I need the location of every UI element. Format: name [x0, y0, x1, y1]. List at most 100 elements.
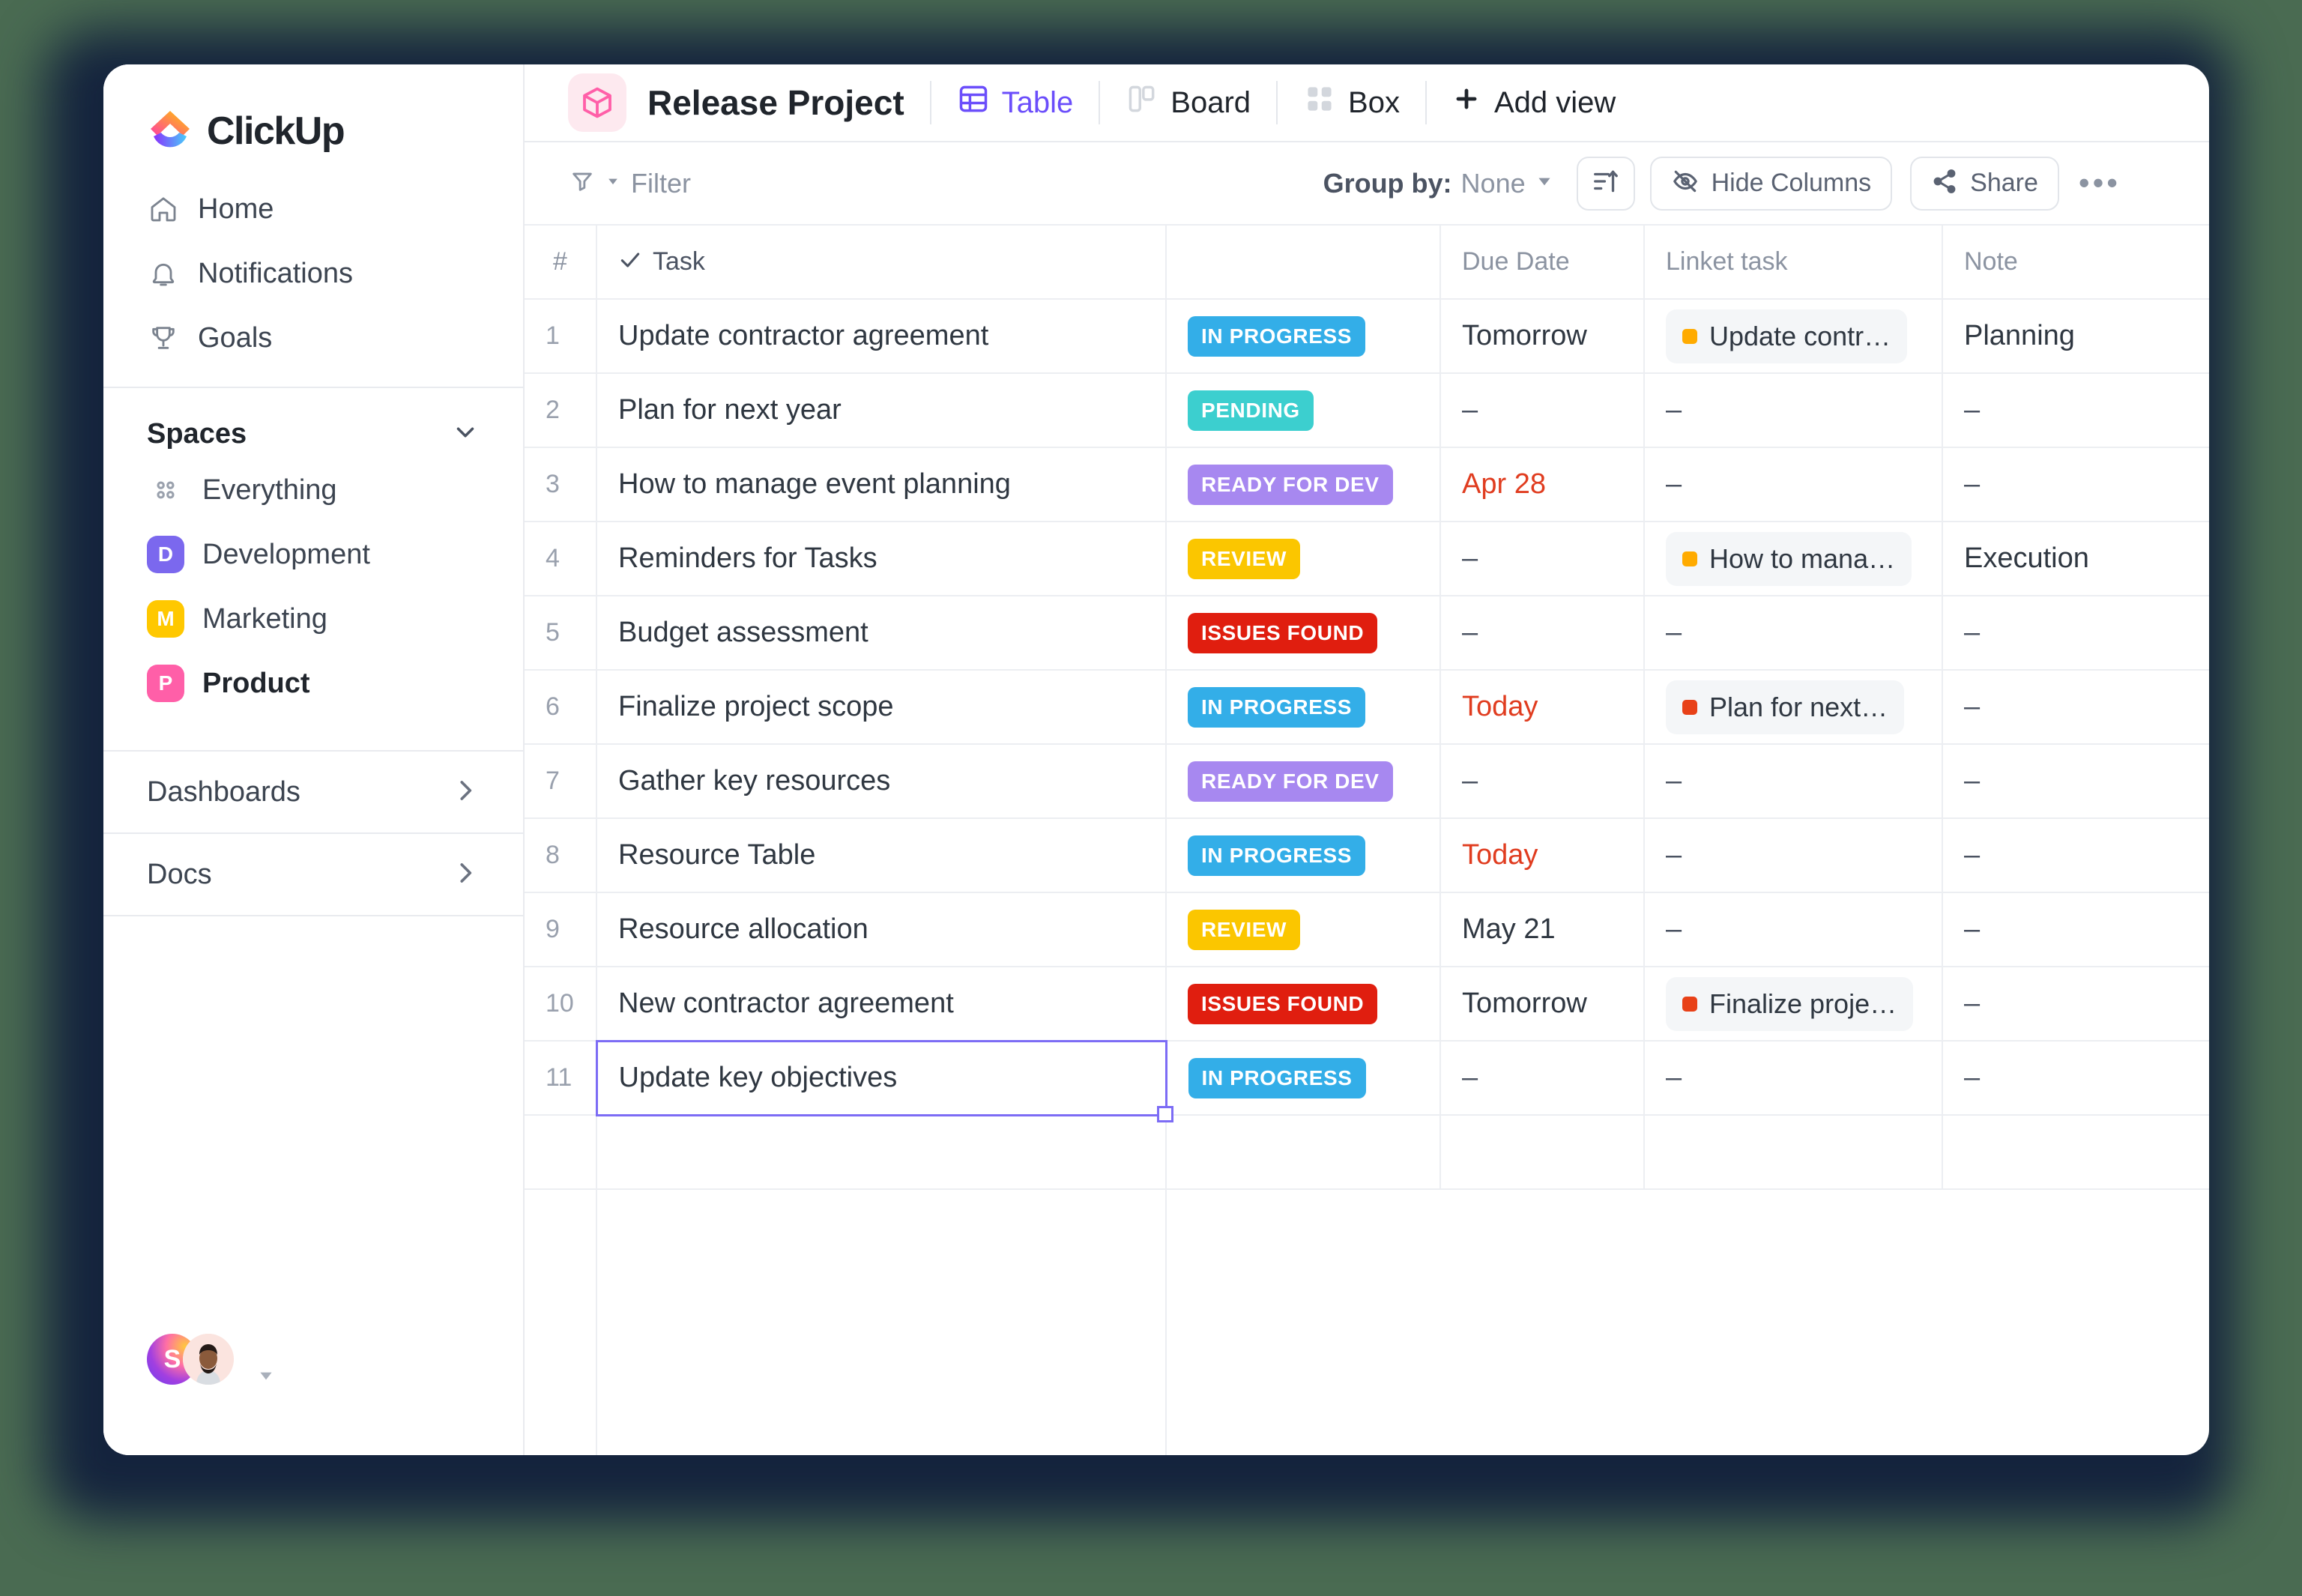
cell-status[interactable]: REVIEW [1166, 522, 1441, 597]
cell-linked-task[interactable]: Update contr… [1644, 299, 1943, 375]
cell-linked-task[interactable]: Finalize proje… [1644, 967, 1943, 1042]
chevron-right-icon[interactable] [451, 776, 480, 808]
sidebar-item-home[interactable]: Home [103, 177, 523, 241]
col-header-due-date[interactable]: Due Date [1440, 226, 1645, 300]
empty-cell[interactable] [1440, 1115, 1645, 1191]
selection-fill-handle[interactable] [1156, 1105, 1173, 1122]
sort-button[interactable] [1576, 156, 1635, 211]
cell-due-date[interactable]: – [1440, 744, 1645, 820]
cell-due-date[interactable]: May 21 [1440, 892, 1645, 968]
cell-task[interactable]: Finalize project scope [596, 670, 1167, 746]
cell-status[interactable]: IN PROGRESS [1166, 670, 1441, 746]
avatar-chevron-down-icon[interactable] [256, 1366, 276, 1389]
linked-task-pill[interactable]: Finalize proje… [1666, 976, 1914, 1031]
user-avatars[interactable]: S [103, 1334, 523, 1455]
table-row[interactable]: 6 Finalize project scope IN PROGRESS Today P… [525, 670, 2209, 746]
cell-linked-task[interactable]: Plan for next… [1644, 670, 1943, 746]
col-header-index[interactable]: # [525, 226, 597, 300]
tab-board[interactable]: Board [1126, 82, 1251, 123]
cell-task[interactable]: Plan for next year [596, 373, 1167, 449]
cell-status[interactable]: ISSUES FOUND [1166, 596, 1441, 671]
cell-task[interactable]: Update key objectives [595, 1039, 1173, 1122]
col-header-status[interactable] [1166, 226, 1441, 300]
cell-note[interactable]: – [1942, 892, 2209, 968]
sidebar-item-goals[interactable]: Goals [103, 306, 523, 370]
table-row[interactable]: 1 Update contractor agreement IN PROGRESS T… [525, 299, 2209, 375]
cell-note[interactable]: – [1942, 967, 2209, 1042]
cell-linked-task[interactable]: How to mana… [1644, 522, 1943, 597]
cell-due-date[interactable]: Today [1440, 818, 1645, 894]
spaces-header[interactable]: Spaces [103, 388, 523, 458]
cell-note[interactable]: – [1942, 818, 2209, 894]
table-row[interactable]: 10 New contractor agreement ISSUES FOUND To… [525, 967, 2209, 1042]
linked-task-pill[interactable]: Update contr… [1666, 309, 1908, 363]
cell-linked-task[interactable]: – [1644, 1041, 1943, 1116]
empty-cell[interactable] [596, 1115, 1167, 1191]
col-header-note[interactable]: Note [1942, 226, 2209, 300]
cell-status[interactable]: IN PROGRESS [1166, 299, 1441, 375]
cell-task[interactable]: Resource allocation [596, 892, 1167, 968]
cell-due-date[interactable]: – [1440, 373, 1645, 449]
group-by-control[interactable]: Group by: None [1323, 168, 1554, 199]
cell-note[interactable]: – [1942, 670, 2209, 746]
cell-task[interactable]: Gather key resources [596, 744, 1167, 820]
tab-box[interactable]: Box [1303, 82, 1400, 123]
cell-linked-task[interactable]: – [1644, 744, 1943, 820]
sidebar-item-product[interactable]: P Product [103, 651, 523, 716]
chevron-right-icon[interactable] [451, 859, 480, 891]
empty-cell[interactable] [1942, 1115, 2209, 1191]
table-row[interactable]: 3 How to manage event planning READY FOR D… [525, 447, 2209, 523]
cell-status[interactable]: ISSUES FOUND [1166, 967, 1441, 1042]
cell-status[interactable]: REVIEW [1166, 892, 1441, 968]
table-row[interactable]: 9 Resource allocation REVIEW May 21 – – [525, 892, 2209, 968]
sidebar-item-dashboards[interactable]: Dashboards [103, 750, 523, 832]
more-options-button[interactable]: ••• [2079, 167, 2121, 198]
chevron-down-icon[interactable] [451, 418, 480, 450]
clickup-logo[interactable]: ClickUp [103, 64, 523, 154]
cell-due-date[interactable]: Tomorrow [1440, 967, 1645, 1042]
linked-task-pill[interactable]: Plan for next… [1666, 680, 1905, 734]
table-row[interactable]: 8 Resource Table IN PROGRESS Today – – [525, 818, 2209, 894]
table-empty-row[interactable] [525, 1115, 2209, 1191]
cell-due-date[interactable]: – [1440, 1041, 1645, 1116]
cell-task[interactable]: Update contractor agreement [596, 299, 1167, 375]
sidebar-item-development[interactable]: D Development [103, 522, 523, 587]
cell-due-date[interactable]: – [1440, 596, 1645, 671]
cell-status[interactable]: READY FOR DEV [1166, 744, 1441, 820]
cell-status[interactable]: PENDING [1166, 373, 1441, 449]
share-button[interactable]: Share [1910, 156, 2059, 211]
sidebar-item-notifications[interactable]: Notifications [103, 241, 523, 306]
cell-note[interactable]: – [1942, 744, 2209, 820]
cell-status[interactable]: IN PROGRESS [1166, 1041, 1441, 1116]
cell-linked-task[interactable]: – [1644, 373, 1943, 449]
linked-task-pill[interactable]: How to mana… [1666, 531, 1912, 586]
empty-cell[interactable] [525, 1115, 597, 1191]
cell-task[interactable]: Reminders for Tasks [596, 522, 1167, 597]
cell-note[interactable]: – [1942, 447, 2209, 523]
cell-linked-task[interactable]: – [1644, 818, 1943, 894]
cell-linked-task[interactable]: – [1644, 447, 1943, 523]
cell-note[interactable]: – [1942, 596, 2209, 671]
table-row[interactable]: 7 Gather key resources READY FOR DEV – – – [525, 744, 2209, 820]
add-view-button[interactable]: Add view [1452, 85, 1616, 121]
table-row[interactable]: 4 Reminders for Tasks REVIEW – How to mana… E… [525, 522, 2209, 597]
cell-task[interactable]: Resource Table [596, 818, 1167, 894]
table-row[interactable]: 11 Update key objectives IN PROGRESS – – – [525, 1039, 2209, 1122]
cell-note[interactable]: Execution [1942, 522, 2209, 597]
cell-due-date[interactable]: Apr 28 [1440, 447, 1645, 523]
sidebar-item-everything[interactable]: Everything [103, 458, 523, 522]
cell-note[interactable]: Planning [1942, 299, 2209, 375]
cell-due-date[interactable]: – [1440, 522, 1645, 597]
sidebar-item-docs[interactable]: Docs [103, 832, 523, 915]
table-row[interactable]: 2 Plan for next year PENDING – – – [525, 373, 2209, 449]
hide-columns-button[interactable]: Hide Columns [1649, 156, 1893, 211]
cell-task[interactable]: How to manage event planning [596, 447, 1167, 523]
cell-status[interactable]: READY FOR DEV [1166, 447, 1441, 523]
cell-task[interactable]: New contractor agreement [596, 967, 1167, 1042]
empty-cell[interactable] [1644, 1115, 1943, 1191]
cell-note[interactable]: – [1942, 1041, 2209, 1116]
tab-table[interactable]: Table [957, 82, 1073, 123]
cell-note[interactable]: – [1942, 373, 2209, 449]
cell-due-date[interactable]: Today [1440, 670, 1645, 746]
cell-linked-task[interactable]: – [1644, 596, 1943, 671]
